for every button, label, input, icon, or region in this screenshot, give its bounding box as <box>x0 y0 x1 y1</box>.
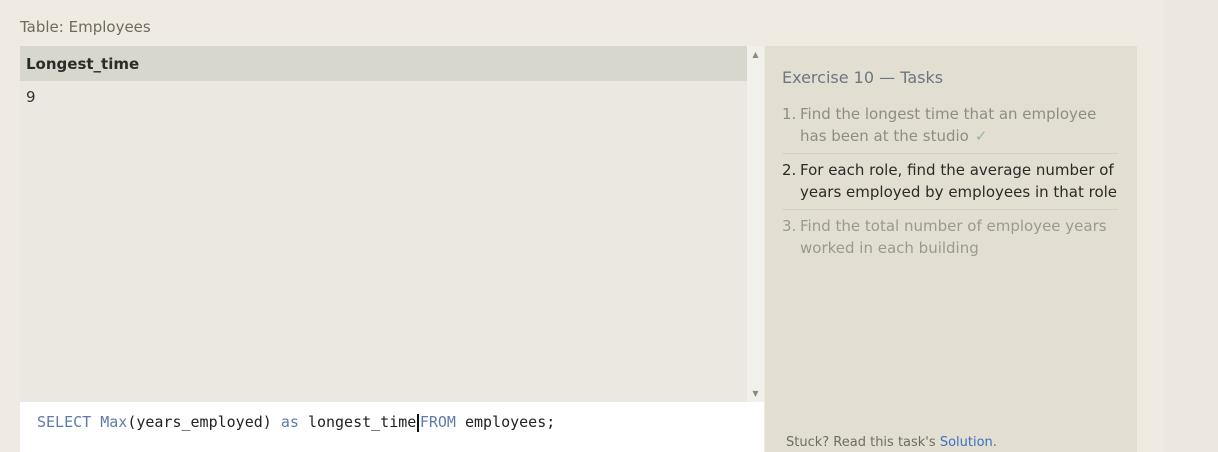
results-table: Longest_time 9 <box>20 46 747 402</box>
sql-function-max: Max <box>100 413 128 431</box>
task-item-3[interactable]: 3. Find the total number of employee yea… <box>782 214 1118 265</box>
tasks-title: Exercise 10 — Tasks <box>782 68 944 87</box>
results-scrollbar[interactable]: ▲ ▼ <box>747 46 764 402</box>
solution-link[interactable]: Solution <box>940 435 993 450</box>
sql-alias: longest_time <box>307 413 417 431</box>
right-gutter <box>1164 0 1218 452</box>
scroll-up-icon[interactable]: ▲ <box>747 50 764 59</box>
stuck-text: Stuck? Read this task's <box>786 435 936 450</box>
sql-table-name: employees; <box>464 413 556 431</box>
table-cell: 9 <box>26 88 36 106</box>
sql-keyword-select: SELECT <box>37 413 92 431</box>
task-number: 2. <box>782 161 797 179</box>
table-row: 9 <box>20 81 747 106</box>
task-number: 1. <box>782 105 797 123</box>
sql-keyword-as: as <box>280 413 299 431</box>
checkmark-icon: ✓ <box>974 127 988 145</box>
stuck-suffix: . <box>992 435 997 450</box>
task-list: 1. Find the longest time that an employe… <box>782 102 1118 269</box>
sql-editor[interactable]: SELECT Max(years_employed) as longest_ti… <box>20 402 764 452</box>
column-header: Longest_time <box>20 46 747 81</box>
task-text: Find the total number of employee years … <box>800 217 1107 257</box>
sql-query-line[interactable]: SELECT Max(years_employed) as longest_ti… <box>37 413 555 432</box>
task-text: For each role, find the average number o… <box>800 161 1118 201</box>
task-item-1[interactable]: 1. Find the longest time that an employe… <box>782 102 1118 154</box>
text-caret <box>417 413 419 432</box>
task-item-2[interactable]: 2. For each role, find the average numbe… <box>782 158 1118 210</box>
stuck-hint: Stuck? Read this task's Solution. <box>786 435 997 450</box>
column-header-label: Longest_time <box>26 54 140 73</box>
table-caption: Table: Employees <box>20 18 151 36</box>
scroll-down-icon[interactable]: ▼ <box>747 389 764 398</box>
task-text: Find the longest time that an employee h… <box>800 105 1097 145</box>
sql-function-argument: (years_employed) <box>127 413 272 431</box>
task-number: 3. <box>782 217 797 235</box>
tasks-panel: Exercise 10 — Tasks 1. Find the longest … <box>765 46 1137 452</box>
sql-keyword-from: FROM <box>419 413 456 431</box>
